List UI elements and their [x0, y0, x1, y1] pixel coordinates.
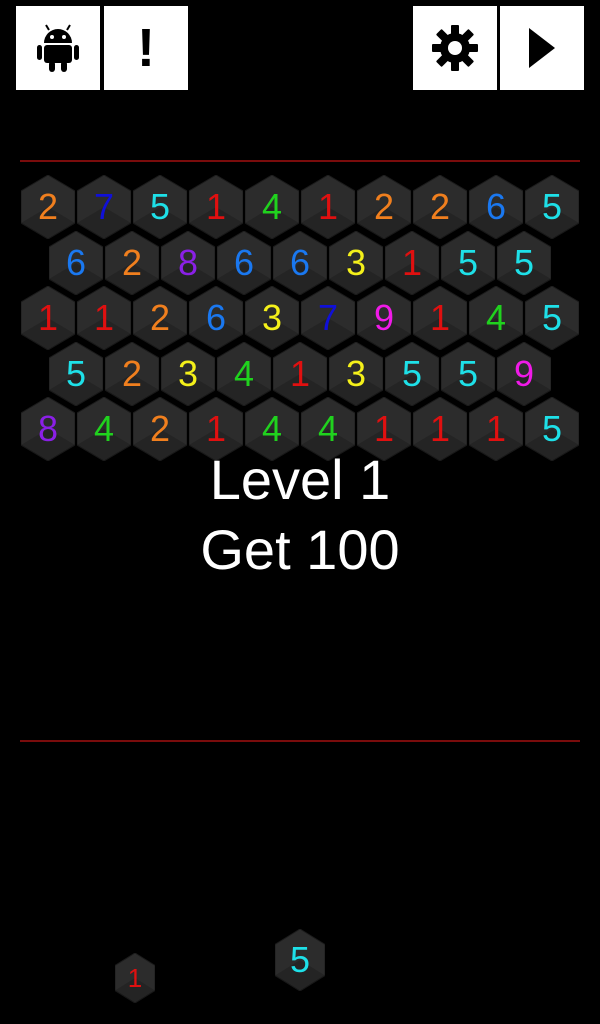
tile-number: 5	[541, 297, 563, 338]
tile-number: 5	[401, 352, 423, 394]
tile-number: 5	[289, 939, 311, 980]
hex-tile[interactable]: 1	[273, 341, 327, 406]
tile-number: 2	[429, 186, 451, 227]
hex-tile[interactable]: 5	[525, 286, 579, 350]
hex-tile[interactable]: 2	[105, 341, 159, 406]
tile-number: 3	[261, 297, 283, 338]
tile-number: 6	[289, 241, 311, 283]
hex-tile[interactable]: 2	[105, 230, 159, 295]
tile-number: 7	[93, 186, 115, 227]
tile-number: 1	[317, 186, 339, 227]
tile-number: 1	[127, 963, 143, 993]
hex-tile[interactable]: 3	[161, 341, 215, 406]
tile-number: 5	[541, 186, 563, 227]
tile-number: 9	[513, 352, 535, 394]
tile-number: 4	[485, 297, 507, 338]
tile-number: 6	[485, 186, 507, 227]
tile-number: 5	[457, 352, 479, 394]
hex-tile[interactable]: 6	[189, 286, 243, 350]
tile-number: 5	[513, 241, 535, 283]
tile-number: 3	[345, 352, 367, 394]
hex-tile[interactable]: 9	[497, 341, 551, 406]
hex-tile[interactable]: 4	[469, 286, 523, 350]
android-icon	[37, 24, 79, 72]
hex-tile[interactable]: 8	[161, 230, 215, 295]
tile-number: 6	[205, 297, 227, 338]
hex-tile[interactable]: 5	[497, 230, 551, 295]
hex-tile[interactable]: 2	[357, 175, 411, 239]
tile-number: 5	[149, 186, 171, 227]
tile-number: 9	[373, 297, 395, 338]
tray-tile[interactable]: 1	[115, 953, 155, 1003]
tile-number: 1	[289, 352, 311, 394]
tile-number: 3	[177, 352, 199, 394]
tile-number: 1	[205, 186, 227, 227]
hex-tile[interactable]: 6	[217, 230, 271, 295]
hex-tile[interactable]: 6	[49, 230, 103, 295]
hex-tile[interactable]: 5	[49, 341, 103, 406]
hex-tile[interactable]: 4	[217, 341, 271, 406]
tile-number: 2	[121, 352, 143, 394]
tile-number: 1	[93, 297, 115, 338]
play-icon	[529, 28, 555, 68]
hex-tile[interactable]: 2	[21, 175, 75, 239]
hex-tile[interactable]: 6	[273, 230, 327, 295]
tile-number: 1	[429, 297, 451, 338]
hex-tile[interactable]: 7	[301, 286, 355, 350]
hex-tile[interactable]: 1	[77, 286, 131, 350]
play-button[interactable]	[500, 6, 584, 90]
tile-number: 2	[121, 241, 143, 283]
tile-number: 5	[65, 352, 87, 394]
tile-number: 3	[345, 241, 367, 283]
hex-tile[interactable]: 1	[21, 286, 75, 350]
tile-number: 1	[401, 241, 423, 283]
hex-tile[interactable]: 1	[385, 230, 439, 295]
tile-number: 1	[37, 297, 59, 338]
hex-tile[interactable]: 3	[245, 286, 299, 350]
tile-number: 4	[261, 186, 283, 227]
hex-tile[interactable]: 6	[469, 175, 523, 239]
info-button[interactable]: !	[104, 6, 188, 90]
tile-number: 5	[457, 241, 479, 283]
hex-tile[interactable]: 2	[413, 175, 467, 239]
hex-tile[interactable]: 2	[133, 286, 187, 350]
hex-tile[interactable]: 9	[357, 286, 411, 350]
board-top-divider	[20, 160, 580, 162]
tile-number: 4	[233, 352, 255, 394]
tile-number: 6	[65, 241, 87, 283]
android-button[interactable]	[16, 6, 100, 90]
tile-number: 7	[317, 297, 339, 338]
tile-number: 2	[37, 186, 59, 227]
board-bottom-divider	[20, 740, 580, 742]
hex-tile[interactable]: 5	[441, 230, 495, 295]
hex-tile[interactable]: 5	[441, 341, 495, 406]
settings-button[interactable]	[413, 6, 497, 90]
hex-tile[interactable]: 1	[189, 175, 243, 239]
level-label: Level 1	[209, 448, 391, 511]
tile-number: 2	[149, 297, 171, 338]
hex-tile[interactable]: 1	[301, 175, 355, 239]
hex-tile[interactable]: 7	[77, 175, 131, 239]
hex-tile[interactable]: 3	[329, 230, 383, 295]
tile-number: 2	[373, 186, 395, 227]
hex-tile[interactable]: 5	[133, 175, 187, 239]
hex-tile[interactable]: 3	[329, 341, 383, 406]
tile-number: 8	[177, 241, 199, 283]
gear-icon	[432, 25, 478, 71]
tile-number: 6	[233, 241, 255, 283]
hex-tile[interactable]: 5	[525, 175, 579, 239]
goal-label: Get 100	[200, 518, 400, 581]
hex-tile[interactable]: 1	[413, 286, 467, 350]
hex-tile[interactable]: 5	[385, 341, 439, 406]
hex-tile[interactable]: 4	[245, 175, 299, 239]
tray-tile[interactable]: 5	[275, 929, 325, 991]
